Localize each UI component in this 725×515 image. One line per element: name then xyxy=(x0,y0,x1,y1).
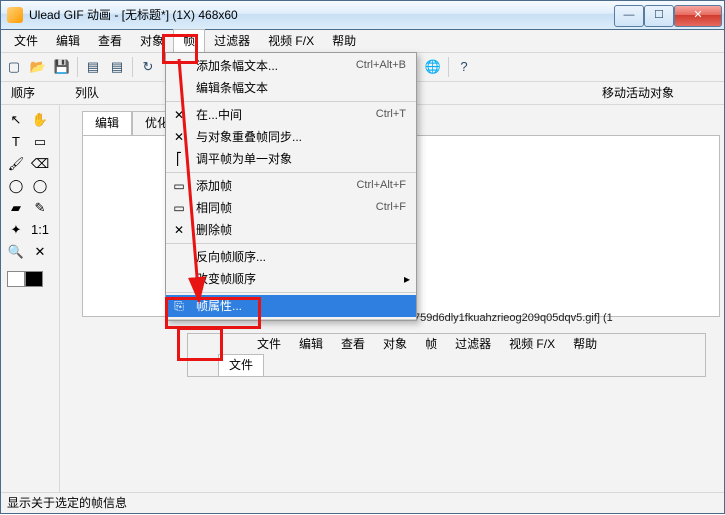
title-bar: Ulead GIF 动画 - [无标题*] (1X) 468x60 — ☐ ✕ xyxy=(1,1,724,30)
status-bar: 显示关于选定的帧信息 xyxy=(1,492,724,513)
menuitem-icon: ▭ xyxy=(170,178,188,195)
menu-编辑[interactable]: 编辑 xyxy=(47,30,89,53)
menu-对象[interactable]: 对象 xyxy=(131,30,173,53)
menuitem-反向帧顺序...[interactable]: 反向帧顺序... xyxy=(166,246,416,268)
file-path-fragment: 759d6dly1fkuahzrieog209q05dqv5.gif] (1 xyxy=(414,311,613,326)
toolbar-save-icon[interactable]: 💾 xyxy=(53,58,71,76)
menuitem-label: 添加条幅文本... xyxy=(196,58,348,75)
menuitem-shortcut: Ctrl+Alt+B xyxy=(356,58,406,73)
tool-palette: ↖ ✋ T ▭ 🖌 ⌫ ◯ ◯ ▰ ✎ ✦ 1:1 🔍 ✕ xyxy=(1,105,60,497)
close-button[interactable]: ✕ xyxy=(674,5,722,27)
nested-menu-文件[interactable]: 文件 xyxy=(248,336,290,353)
menuitem-添加帧[interactable]: ▭ 添加帧 Ctrl+Alt+F xyxy=(166,175,416,197)
menuitem-label: 改变帧顺序 xyxy=(196,271,398,288)
menuitem-shortcut: Ctrl+Alt+F xyxy=(356,178,406,193)
frame-menu-dropdown: T添加条幅文本...Ctrl+Alt+B编辑条幅文本✕在...中间Ctrl+T✕… xyxy=(165,52,417,321)
menuitem-icon: ⎡ xyxy=(170,151,188,168)
toolbar-separator xyxy=(448,57,449,77)
menuitem-shortcut: Ctrl+F xyxy=(376,200,406,215)
toolbar-copy2-icon[interactable]: ▤ xyxy=(108,58,126,76)
menu-帧[interactable]: 帧 xyxy=(173,29,205,53)
maximize-button[interactable]: ☐ xyxy=(644,5,674,27)
toolbar-new-icon[interactable]: ▢ xyxy=(5,58,23,76)
menuitem-icon: ▭ xyxy=(170,200,188,217)
tool-pointer-icon[interactable]: ↖ xyxy=(7,111,25,129)
tool-oneone-icon[interactable]: 1:1 xyxy=(31,221,49,239)
menuitem-label: 相同帧 xyxy=(196,200,368,217)
nested-menu-过滤器[interactable]: 过滤器 xyxy=(446,336,500,353)
menu-视频 F/X[interactable]: 视频 F/X xyxy=(259,30,323,53)
menuitem-调平帧为单一对象[interactable]: ⎡ 调平帧为单一对象 xyxy=(166,148,416,170)
window-title: Ulead GIF 动画 - [无标题*] (1X) 468x60 xyxy=(29,7,238,24)
app-icon xyxy=(7,7,23,23)
menuitem-添加条幅文本...[interactable]: T 添加条幅文本... Ctrl+Alt+B xyxy=(166,55,416,77)
toolbar-open-icon[interactable]: 📂 xyxy=(29,58,47,76)
toolbar-separator xyxy=(77,57,78,77)
menuitem-label: 编辑条幅文本 xyxy=(196,80,398,97)
toolbar-help-icon[interactable]: ? xyxy=(455,58,473,76)
menuitem-与对象重叠帧同步...[interactable]: ✕ 与对象重叠帧同步... xyxy=(166,126,416,148)
menuitem-改变帧顺序[interactable]: 改变帧顺序 ▸ xyxy=(166,268,416,290)
tool-rect-icon[interactable]: ▭ xyxy=(31,133,49,151)
menu-查看[interactable]: 查看 xyxy=(89,30,131,53)
menuitem-label: 在...中间 xyxy=(196,107,368,124)
menuitem-icon: T xyxy=(170,58,188,75)
menuitem-icon: ✕ xyxy=(170,107,188,124)
nested-tab-file[interactable]: 文件 xyxy=(218,354,264,376)
menuitem-icon: ✕ xyxy=(170,129,188,146)
menu-过滤器[interactable]: 过滤器 xyxy=(205,30,259,53)
nested-menu-帮助[interactable]: 帮助 xyxy=(564,336,606,353)
move-object-label: 移动活动对象 xyxy=(602,85,674,102)
menuitem-icon: ⎘ xyxy=(170,298,188,315)
menuitem-label: 删除帧 xyxy=(196,222,398,239)
color-swatch-1[interactable] xyxy=(25,271,43,287)
tool-eraser-icon[interactable]: ⌫ xyxy=(31,155,49,173)
toolbar-redo-icon[interactable]: ↻ xyxy=(139,58,157,76)
toolbar-separator xyxy=(132,57,133,77)
toolbar-copy1-icon[interactable]: ▤ xyxy=(84,58,102,76)
menu-bar: 文件编辑查看对象帧过滤器视频 F/X帮助 xyxy=(1,30,724,53)
tool-hand-icon[interactable]: ✋ xyxy=(31,111,49,129)
toolbar-globe-icon[interactable]: 🌐 xyxy=(424,58,442,76)
tool-brush-icon[interactable]: 🖌 xyxy=(7,155,25,173)
menuitem-帧属性...[interactable]: ⎘ 帧属性... xyxy=(166,295,416,317)
menuitem-label: 调平帧为单一对象 xyxy=(196,151,398,168)
menuitem-label: 反向帧顺序... xyxy=(196,249,398,266)
nested-menu-查看[interactable]: 查看 xyxy=(332,336,374,353)
tool-cross-icon[interactable]: ✕ xyxy=(31,243,49,261)
nested-menu-对象[interactable]: 对象 xyxy=(374,336,416,353)
menuitem-shortcut: Ctrl+T xyxy=(376,107,406,122)
tool-dropper-icon[interactable]: ✎ xyxy=(31,199,49,217)
queue-label: 列队 xyxy=(75,85,99,102)
nested-menu-帧[interactable]: 帧 xyxy=(416,336,446,353)
minimize-button[interactable]: — xyxy=(614,5,644,27)
status-text: 显示关于选定的帧信息 xyxy=(7,495,127,512)
tab-edit[interactable]: 编辑 xyxy=(82,111,132,135)
tool-oval-icon[interactable]: ◯ xyxy=(7,177,25,195)
menuitem-相同帧[interactable]: ▭ 相同帧 Ctrl+F xyxy=(166,197,416,219)
tool-wand-icon[interactable]: ✦ xyxy=(7,221,25,239)
menuitem-label: 与对象重叠帧同步... xyxy=(196,129,398,146)
menuitem-icon: ✕ xyxy=(170,222,188,239)
nested-menubar: 文件编辑查看对象帧过滤器视频 F/X帮助 xyxy=(188,334,705,354)
submenu-arrow-icon: ▸ xyxy=(404,271,410,288)
menuitem-在...中间[interactable]: ✕ 在...中间 Ctrl+T xyxy=(166,104,416,126)
menuitem-label: 帧属性... xyxy=(196,298,398,315)
color-swatch-0[interactable] xyxy=(7,271,25,287)
app-window: Ulead GIF 动画 - [无标题*] (1X) 468x60 — ☐ ✕ … xyxy=(0,0,725,514)
tool-oval2-icon[interactable]: ◯ xyxy=(31,177,49,195)
tool-text-icon[interactable]: T xyxy=(7,133,25,151)
menuitem-label: 添加帧 xyxy=(196,178,348,195)
menu-帮助[interactable]: 帮助 xyxy=(323,30,365,53)
menuitem-编辑条幅文本[interactable]: 编辑条幅文本 xyxy=(166,77,416,99)
tool-fill-icon[interactable]: ▰ xyxy=(7,199,25,217)
menuitem-删除帧[interactable]: ✕ 删除帧 xyxy=(166,219,416,241)
tool-zoom-icon[interactable]: 🔍 xyxy=(7,243,25,261)
nested-menu-编辑[interactable]: 编辑 xyxy=(290,336,332,353)
order-label: 顺序 xyxy=(11,85,35,102)
menu-文件[interactable]: 文件 xyxy=(5,30,47,53)
nested-menu-视频 F/X[interactable]: 视频 F/X xyxy=(500,336,564,353)
nested-window: 文件编辑查看对象帧过滤器视频 F/X帮助 文件 xyxy=(187,333,706,377)
